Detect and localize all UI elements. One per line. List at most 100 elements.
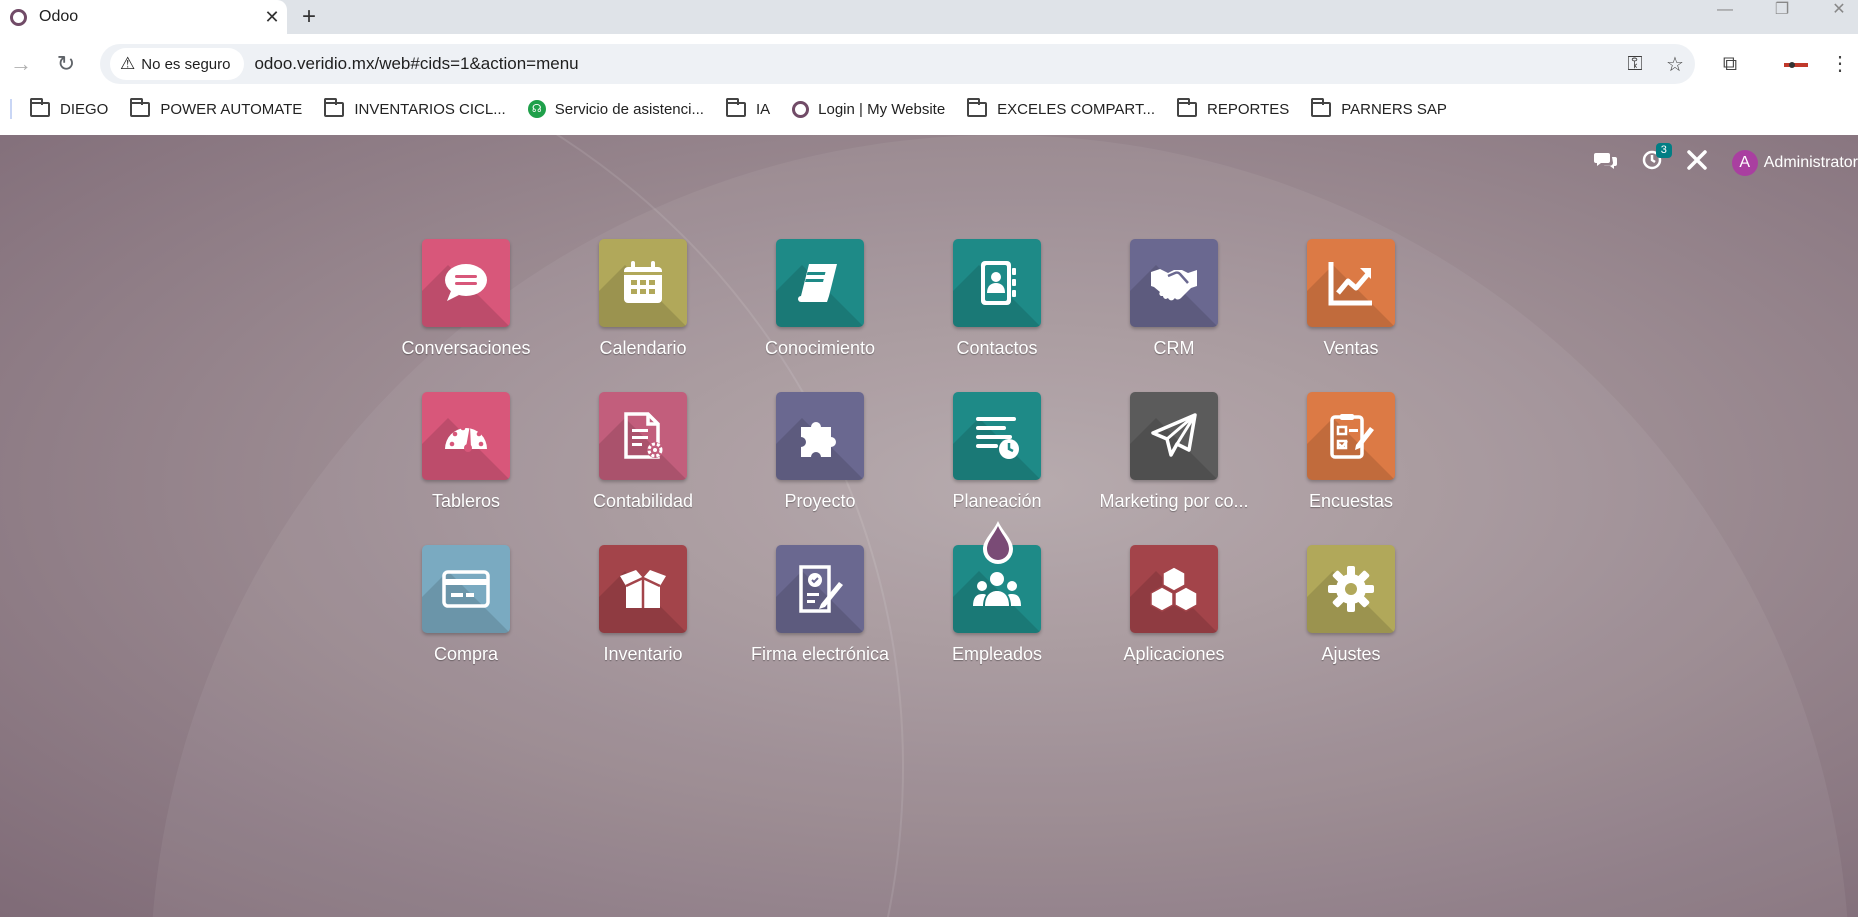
- app-tile: [776, 239, 864, 327]
- url-text[interactable]: odoo.veridio.mx/web#cids=1&action=menu: [254, 54, 1615, 74]
- planning-clock-icon: [976, 417, 1019, 459]
- app-tile: [1130, 239, 1218, 327]
- activity-badge: 3: [1655, 143, 1672, 158]
- app-calendario[interactable]: Calendario: [555, 239, 731, 367]
- app-label: Inventario: [603, 644, 683, 664]
- app-label: Proyecto: [784, 491, 856, 511]
- app-label: Compra: [433, 644, 499, 664]
- menu-icon[interactable]: ⋮: [1822, 46, 1858, 82]
- app-inventario[interactable]: Inventario: [555, 545, 731, 673]
- new-tab-icon[interactable]: +: [302, 0, 316, 34]
- bookmarks-bar: DIEGO POWER AUTOMATE INVENTARIOS CICL...…: [0, 90, 1858, 128]
- app-conocimiento[interactable]: Conocimiento: [732, 239, 908, 367]
- app-contabilidad[interactable]: Contabilidad: [555, 392, 731, 520]
- bookmark-diego[interactable]: DIEGO: [30, 97, 108, 118]
- address-bar[interactable]: ⚠ No es seguro odoo.veridio.mx/web#cids=…: [100, 44, 1695, 84]
- bookmark-star-icon[interactable]: ☆: [1655, 52, 1695, 77]
- bookmark-exceles[interactable]: EXCELES COMPART...: [967, 97, 1155, 118]
- cubes-icon: [1150, 566, 1198, 612]
- bookmark-servicio-asistencia[interactable]: ☊ Servicio de asistenci...: [527, 100, 704, 118]
- bookmark-reportes[interactable]: REPORTES: [1177, 97, 1289, 118]
- app-label: Marketing por co...: [1099, 491, 1249, 511]
- chat-icon[interactable]: [1593, 150, 1618, 176]
- bookmark-ia[interactable]: IA: [725, 97, 770, 118]
- box-icon: [620, 570, 666, 608]
- app-compra[interactable]: Compra: [378, 545, 554, 673]
- app-label: Empleados: [951, 644, 1043, 664]
- tools-icon[interactable]: [1686, 149, 1708, 177]
- browser-tab[interactable]: Odoo ✕: [0, 0, 287, 34]
- tab-title: Odoo: [39, 8, 79, 25]
- app-label: Tableros: [431, 491, 501, 511]
- app-aplicaciones[interactable]: Aplicaciones: [1086, 545, 1262, 673]
- user-menu[interactable]: A Administrator: [1731, 150, 1858, 176]
- app-tile: [599, 239, 687, 327]
- app-tile: [1130, 545, 1218, 633]
- systray: 3 A Administrator: [1593, 143, 1858, 180]
- warning-icon: ⚠: [120, 54, 136, 73]
- app-label: Encuestas: [1308, 491, 1394, 511]
- app-tile: [1307, 239, 1395, 327]
- odoo-favicon-icon: [792, 100, 810, 118]
- folder-icon: [130, 97, 151, 117]
- security-chip[interactable]: ⚠ No es seguro: [110, 48, 245, 80]
- bookmarks-divider: [10, 99, 12, 119]
- app-ventas[interactable]: Ventas: [1263, 239, 1439, 367]
- app-tile: [776, 392, 864, 480]
- tab-strip: Odoo ✕ + — ❐ ✕: [0, 0, 1858, 34]
- folder-icon: [725, 97, 746, 117]
- app-crm[interactable]: CRM: [1086, 239, 1262, 367]
- minimize-icon[interactable]: —: [1700, 0, 1750, 34]
- app-tile: [1307, 545, 1395, 633]
- bookmark-inventarios[interactable]: INVENTARIOS CICL...: [324, 97, 506, 118]
- app-label: Contabilidad: [592, 491, 694, 511]
- app-tile: [953, 239, 1041, 327]
- checklist-icon: [1330, 414, 1374, 459]
- app-label: CRM: [1153, 338, 1195, 358]
- app-conversaciones[interactable]: Conversaciones: [378, 239, 554, 367]
- profile-avatar-icon[interactable]: [1778, 46, 1814, 82]
- gear-icon: [1328, 566, 1374, 612]
- window-close-icon[interactable]: ✕: [1814, 0, 1858, 34]
- apps-grid: Conversaciones Calendario Conocimiento C…: [0, 135, 1858, 917]
- app-tile: [599, 545, 687, 633]
- folder-icon: [967, 97, 988, 117]
- app-encuestas[interactable]: Encuestas: [1263, 392, 1439, 520]
- app-contactos[interactable]: Contactos: [909, 239, 1085, 367]
- app-tile: [953, 392, 1041, 480]
- headset-icon: ☊: [527, 100, 546, 118]
- restore-icon[interactable]: ❐: [1757, 0, 1807, 34]
- app-marketing[interactable]: Marketing por co...: [1086, 392, 1262, 520]
- gauge-icon: [445, 425, 487, 452]
- app-proyecto[interactable]: Proyecto: [732, 392, 908, 520]
- handshake-icon: [1151, 269, 1197, 301]
- reload-icon[interactable]: ↻: [48, 46, 84, 82]
- app-tableros[interactable]: Tableros: [378, 392, 554, 520]
- security-label: No es seguro: [141, 55, 231, 73]
- activity-clock-icon[interactable]: 3: [1642, 143, 1672, 176]
- chat-bubble-icon: [445, 264, 487, 301]
- signature-icon: [799, 565, 843, 613]
- app-label: Firma electrónica: [750, 644, 890, 664]
- bookmark-parners-sap[interactable]: PARNERS SAP: [1311, 97, 1447, 118]
- app-label: Ventas: [1323, 338, 1379, 358]
- chart-up-icon: [1328, 262, 1372, 306]
- close-tab-icon[interactable]: ✕: [257, 7, 287, 28]
- book-icon: [798, 264, 837, 302]
- app-label: Aplicaciones: [1123, 644, 1225, 664]
- credit-card-icon: [442, 570, 490, 608]
- app-label: Calendario: [599, 338, 687, 358]
- extensions-icon[interactable]: ⧉: [1712, 46, 1748, 82]
- app-ajustes[interactable]: Ajustes: [1263, 545, 1439, 673]
- password-key-icon[interactable]: ⚿: [1615, 53, 1655, 76]
- app-label: Ajustes: [1321, 644, 1381, 664]
- avatar: A: [1731, 150, 1758, 176]
- app-empleados[interactable]: Empleados: [909, 545, 1085, 673]
- bookmark-power-automate[interactable]: POWER AUTOMATE: [130, 97, 302, 118]
- app-firma-electronica[interactable]: Firma electrónica: [732, 545, 908, 673]
- app-tile: [776, 545, 864, 633]
- app-planeacion[interactable]: Planeación: [909, 392, 1085, 520]
- bookmark-login-website[interactable]: Login | My Website: [792, 100, 945, 118]
- forward-icon[interactable]: →: [3, 46, 39, 82]
- app-tile: [422, 545, 510, 633]
